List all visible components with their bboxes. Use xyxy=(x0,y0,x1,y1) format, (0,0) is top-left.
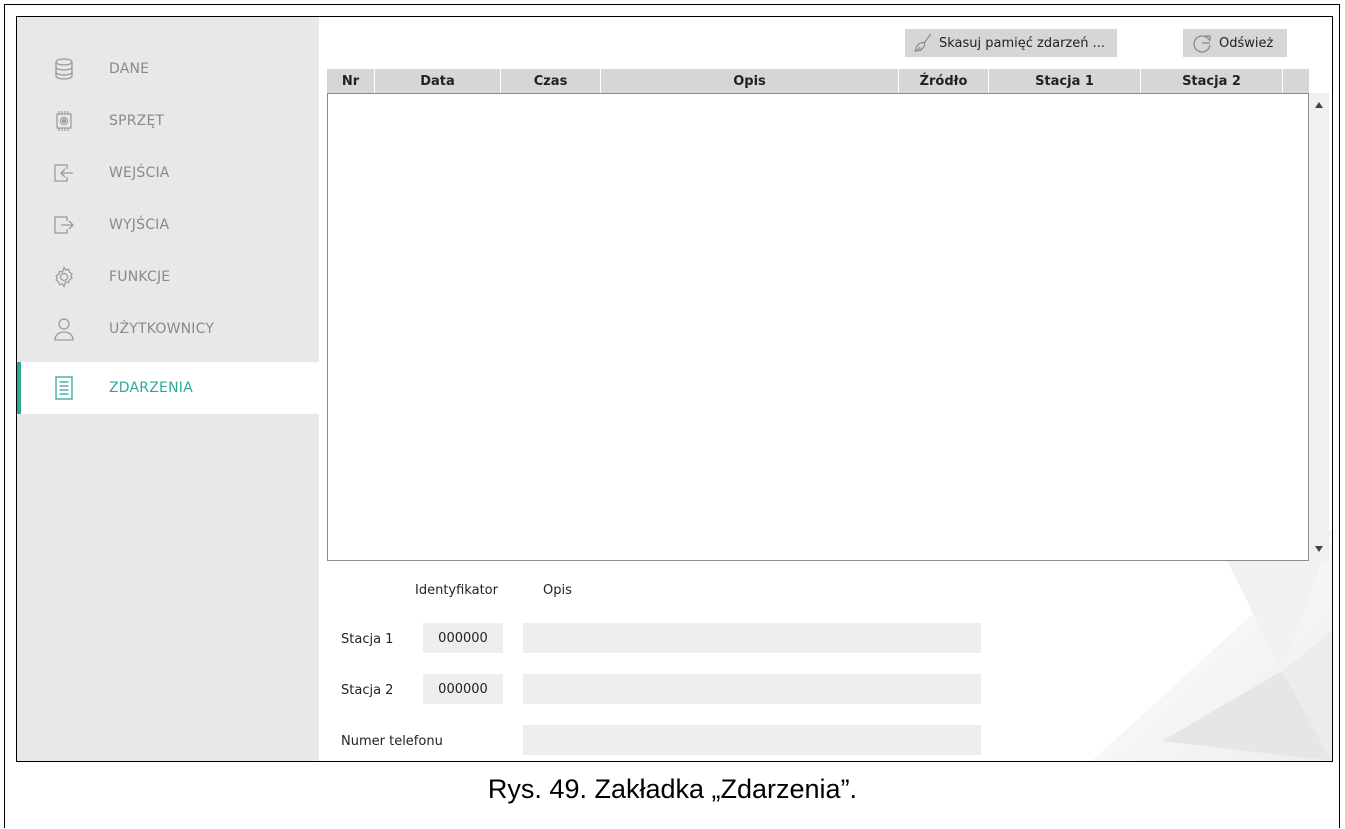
column-header-stacja2[interactable]: Stacja 2 xyxy=(1141,69,1283,93)
phone-number-label: Numer telefonu xyxy=(341,734,443,749)
main-panel: Skasuj pamięć zdarzeń ... Odśwież Nr Dat… xyxy=(319,17,1332,761)
station1-description-field[interactable] xyxy=(523,623,981,653)
sidebar-item-wejscia[interactable]: WEJŚCIA xyxy=(17,147,319,199)
column-header-data[interactable]: Data xyxy=(375,69,501,93)
output-icon xyxy=(53,214,75,236)
identifier-column-label: Identyfikator xyxy=(415,583,498,598)
scroll-up-icon[interactable] xyxy=(1309,97,1329,113)
sidebar-item-label: UŻYTKOWNICY xyxy=(109,321,215,337)
app-window: DANE SPRZĘT WEJŚCIA WYJŚCIA FUNKCJE UŻYT… xyxy=(16,16,1333,762)
sidebar-item-dane[interactable]: DANE xyxy=(17,43,319,95)
phone-number-field[interactable] xyxy=(523,725,981,755)
refresh-button[interactable]: Odśwież xyxy=(1183,29,1287,57)
description-column-label: Opis xyxy=(543,583,572,598)
column-header-stacja1[interactable]: Stacja 1 xyxy=(989,69,1141,93)
refresh-label: Odśwież xyxy=(1219,35,1274,51)
refresh-icon xyxy=(1193,35,1211,53)
figure-caption: Rys. 49. Zakładka „Zdarzenia”. xyxy=(487,774,858,804)
chip-icon xyxy=(53,110,75,132)
station1-id-field[interactable]: 000000 xyxy=(423,623,503,653)
station2-label: Stacja 2 xyxy=(341,683,394,698)
scroll-down-icon[interactable] xyxy=(1309,541,1329,557)
station1-label: Stacja 1 xyxy=(341,632,394,647)
sidebar-item-zdarzenia[interactable]: ZDARZENIA xyxy=(17,362,319,414)
broom-icon xyxy=(914,33,932,52)
database-icon xyxy=(53,58,75,80)
table-scrollbar[interactable] xyxy=(1309,93,1329,561)
sidebar-item-label: FUNKCJE xyxy=(109,269,171,285)
station2-id-field[interactable]: 000000 xyxy=(423,674,503,704)
sidebar-item-funkcje[interactable]: FUNKCJE xyxy=(17,251,319,303)
user-icon xyxy=(53,318,75,341)
clear-events-button[interactable]: Skasuj pamięć zdarzeń ... xyxy=(905,29,1117,57)
column-header-opis[interactable]: Opis xyxy=(601,69,899,93)
column-header-czas[interactable]: Czas xyxy=(501,69,601,93)
sidebar-item-label: DANE xyxy=(109,61,150,77)
gear-icon xyxy=(53,266,75,288)
input-icon xyxy=(53,162,75,184)
sidebar-item-label: SPRZĘT xyxy=(109,113,165,129)
sidebar-item-label: WYJŚCIA xyxy=(109,217,170,233)
column-header-nr[interactable]: Nr xyxy=(327,69,375,93)
column-header-zrodlo[interactable]: Źródło xyxy=(899,69,989,93)
sidebar-item-sprzet[interactable]: SPRZĘT xyxy=(17,95,319,147)
sidebar: DANE SPRZĘT WEJŚCIA WYJŚCIA FUNKCJE UŻYT… xyxy=(17,17,319,761)
clear-events-label: Skasuj pamięć zdarzeń ... xyxy=(939,35,1106,51)
sidebar-item-uzytkownicy[interactable]: UŻYTKOWNICY xyxy=(17,303,319,355)
sidebar-item-label: ZDARZENIA xyxy=(109,380,193,396)
sidebar-item-wyjscia[interactable]: WYJŚCIA xyxy=(17,199,319,251)
column-header-spacer xyxy=(1283,69,1309,93)
events-table-body[interactable] xyxy=(327,93,1309,561)
station2-description-field[interactable] xyxy=(523,674,981,704)
document-list-icon xyxy=(53,376,75,400)
sidebar-item-label: WEJŚCIA xyxy=(109,165,170,181)
events-table-header: Nr Data Czas Opis Źródło Stacja 1 Stacja… xyxy=(327,69,1309,93)
